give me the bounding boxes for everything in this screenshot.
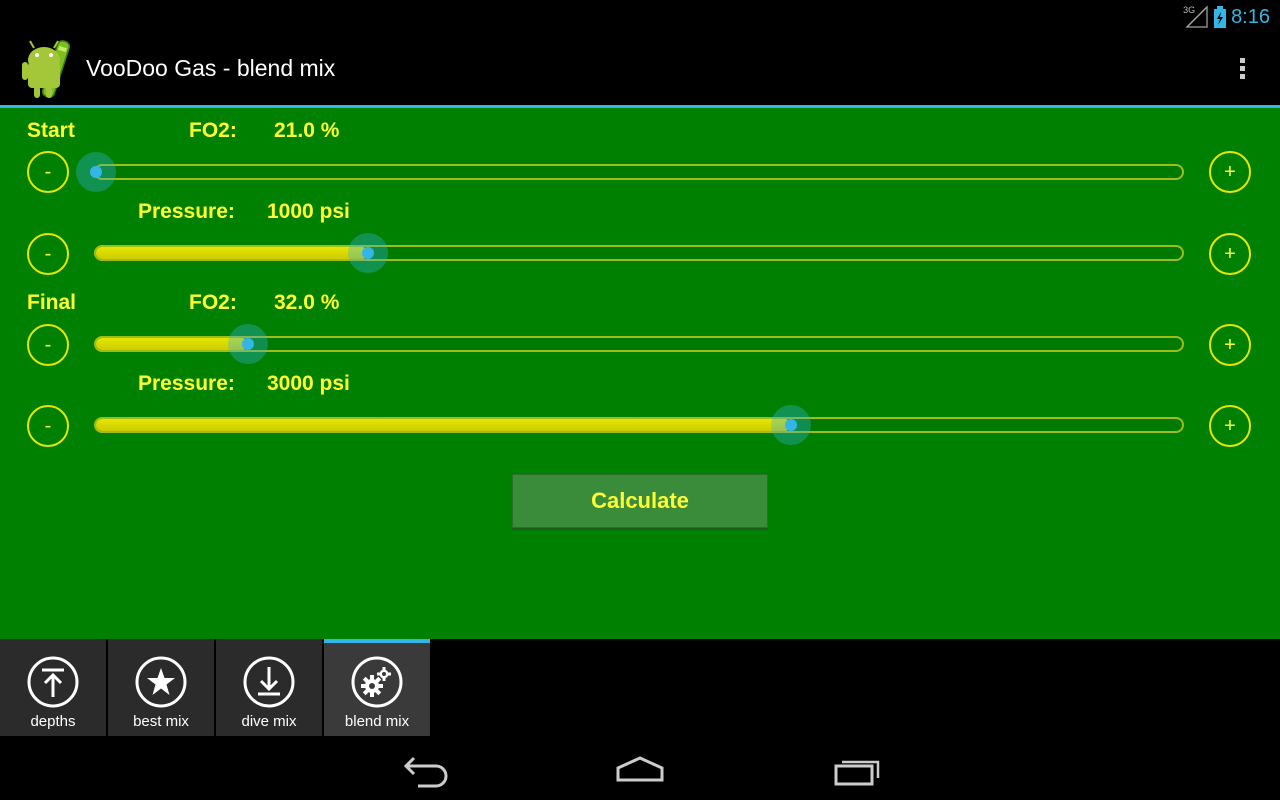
recent-apps-icon[interactable] <box>828 750 888 790</box>
start-pressure-label: Pressure: <box>138 200 235 223</box>
overflow-dot <box>1239 66 1245 71</box>
start-pressure-slider-fill <box>96 247 368 259</box>
tab-label: best mix <box>133 713 189 730</box>
status-bar: 3G 8:16 <box>0 0 1280 33</box>
final-fo2-slider[interactable] <box>94 324 1184 364</box>
tab-depths[interactable]: depths <box>0 639 107 736</box>
start-fo2-slider[interactable] <box>76 152 1184 192</box>
start-pressure-slider[interactable] <box>94 233 1184 273</box>
upload-icon <box>27 656 79 708</box>
start-pressure-increment-button[interactable]: + <box>1209 233 1251 275</box>
start-section-label: Start <box>27 119 75 142</box>
blend-mix-panel: Start FO2: 21.0 % - + Pressure: 1000 psi… <box>0 108 1280 639</box>
tab-best-mix[interactable]: best mix <box>108 639 215 736</box>
final-pressure-label: Pressure: <box>138 372 235 395</box>
final-pressure-slider-thumb[interactable] <box>771 405 812 445</box>
start-fo2-slider-thumb[interactable] <box>76 152 116 192</box>
gears-icon <box>351 656 403 708</box>
action-bar: VooDoo Gas - blend mix <box>0 33 1280 108</box>
tab-label: blend mix <box>344 713 410 730</box>
start-pressure-value: 1000 psi <box>267 200 350 223</box>
overflow-dot <box>1239 74 1245 79</box>
home-icon[interactable] <box>610 750 670 790</box>
app-logo-icon <box>22 38 78 100</box>
final-pressure-slider[interactable] <box>94 405 1184 445</box>
download-icon <box>243 656 295 708</box>
tab-blend-mix[interactable]: blend mix <box>324 639 431 736</box>
selected-tab-indicator <box>324 639 430 643</box>
calculate-button[interactable]: Calculate <box>512 474 768 528</box>
final-pressure-value: 3000 psi <box>267 372 350 395</box>
start-fo2-value: 21.0 % <box>274 119 340 142</box>
final-fo2-label: FO2: <box>189 291 237 314</box>
tab-label: dive mix <box>241 713 297 730</box>
star-icon <box>135 656 187 708</box>
start-pressure-slider-thumb[interactable] <box>347 233 388 273</box>
tab-dive-mix[interactable]: dive mix <box>216 639 323 736</box>
final-fo2-value: 32.0 % <box>274 291 340 314</box>
app-title: VooDoo Gas - blend mix <box>86 55 336 81</box>
overflow-dot <box>1239 58 1245 63</box>
final-section-label: Final <box>27 291 77 314</box>
start-pressure-decrement-button[interactable]: - <box>27 233 69 275</box>
battery-icon <box>1213 6 1227 28</box>
signal-icon: 3G <box>1183 5 1209 29</box>
overflow-menu-button[interactable] <box>1234 55 1250 85</box>
final-pressure-decrement-button[interactable]: - <box>27 405 69 447</box>
start-fo2-label: FO2: <box>189 119 237 142</box>
system-navigation-bar <box>0 736 1280 800</box>
tab-label: depths <box>30 713 76 730</box>
final-fo2-decrement-button[interactable]: - <box>27 324 69 366</box>
final-fo2-slider-thumb[interactable] <box>228 324 269 364</box>
status-icons: 3G 8:16 <box>1183 4 1270 30</box>
final-pressure-slider-fill <box>96 419 792 431</box>
clock: 8:16 <box>1231 5 1270 28</box>
final-pressure-increment-button[interactable]: + <box>1209 405 1251 447</box>
final-fo2-increment-button[interactable]: + <box>1209 324 1251 366</box>
network-type: 3G <box>1183 5 1196 15</box>
tab-bar: depths best mix dive mix blend mix <box>0 639 1280 736</box>
start-fo2-increment-button[interactable]: + <box>1209 151 1251 193</box>
back-icon[interactable] <box>396 750 456 790</box>
start-fo2-decrement-button[interactable]: - <box>27 151 69 193</box>
final-fo2-slider-fill <box>96 338 249 350</box>
